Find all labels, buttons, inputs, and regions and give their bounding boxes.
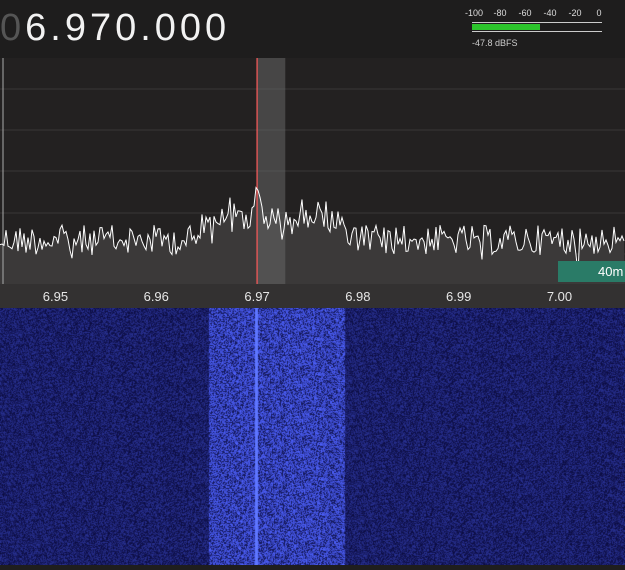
signal-meter-tick: -80 — [493, 8, 507, 18]
signal-meter-scale: -100 -80 -60 -40 -20 0 — [460, 8, 610, 20]
frequency-axis-label: 6.96 — [144, 289, 169, 304]
signal-meter-reading: -47.8 dBFS — [472, 38, 518, 48]
spectrum-display[interactable]: 40m 6.95 6.96 6.97 6.98 6.99 7.00 — [0, 58, 625, 308]
frequency-axis-band — [0, 284, 625, 308]
frequency-value[interactable]: 6.970.000 — [25, 7, 230, 49]
frequency-leading-digit[interactable]: 0 — [0, 7, 25, 49]
frequency-axis-label: 6.97 — [244, 289, 269, 304]
signal-meter-bar-fill — [472, 24, 540, 30]
frequency-readout[interactable]: 06.970.000 — [0, 6, 230, 50]
frequency-axis-label: 7.00 — [547, 289, 572, 304]
frequency-axis-label: 6.95 — [43, 289, 68, 304]
waterfall-canvas[interactable] — [0, 308, 625, 565]
frequency-display-bar: 06.970.000 -100 -80 -60 -40 -20 0 -47.8 … — [0, 0, 625, 58]
signal-meter-bar-track — [472, 22, 602, 32]
signal-meter: -100 -80 -60 -40 -20 0 -47.8 dBFS — [460, 8, 610, 52]
signal-meter-tick: -20 — [568, 8, 582, 18]
signal-meter-tick: -100 — [464, 8, 484, 18]
band-label[interactable]: 40m — [598, 264, 623, 279]
receiver-passband[interactable] — [257, 58, 286, 284]
signal-meter-tick: -60 — [518, 8, 532, 18]
frequency-axis-label: 6.98 — [345, 289, 370, 304]
signal-meter-tick: 0 — [596, 8, 602, 18]
signal-meter-tick: -40 — [543, 8, 557, 18]
frequency-axis-label: 6.99 — [446, 289, 471, 304]
waterfall-display[interactable] — [0, 308, 625, 565]
spectrum-plot[interactable]: 40m 6.95 6.96 6.97 6.98 6.99 7.00 — [0, 58, 625, 308]
